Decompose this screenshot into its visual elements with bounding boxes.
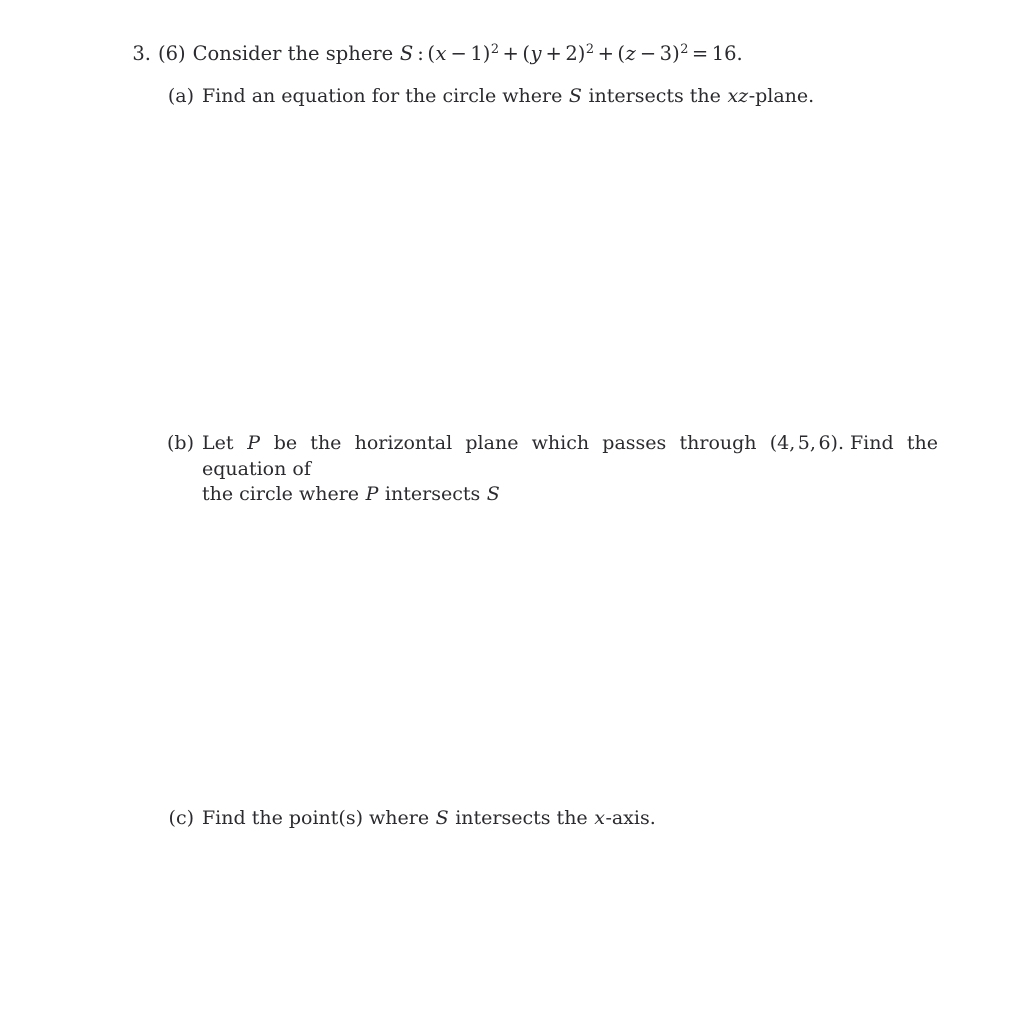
equation-rhs: 16 (711, 42, 737, 65)
term-3-constant: 3 (659, 42, 673, 65)
problem-stem: Consider the sphere S: (x −1)2 + (y +2)2 + (z −3… (193, 41, 991, 67)
problem-number: 3. (132, 42, 151, 65)
problem-part-a: (a) Find an equation for the circle wher… (163, 84, 963, 110)
term-1-exponent: 2 (490, 41, 500, 57)
equation-equals: = (691, 42, 709, 65)
part-a-text: Find an equation for the circle where S … (202, 84, 963, 110)
part-a-text-2: intersects the (588, 85, 721, 107)
term-2-var: y (530, 42, 542, 65)
part-a-text-3: -plane. (748, 85, 815, 107)
part-b-text-2: be the horizontal plane which passes thr… (273, 432, 757, 454)
part-c-var-x: x (594, 807, 605, 829)
point-y: 5 (797, 432, 810, 454)
answer-space-part-a[interactable] (163, 112, 953, 422)
answer-space-part-c[interactable] (163, 834, 953, 1014)
equation-terminator: . (736, 42, 743, 65)
term-3-var: z (625, 42, 636, 65)
part-c-text-1: Find the point(s) where (202, 807, 430, 829)
term-2-constant: 2 (565, 42, 578, 65)
point-x: 4 (777, 432, 790, 454)
problem-points: (6) (158, 42, 186, 65)
part-a-text-1: Find an equation for the circle where (202, 85, 563, 107)
term-2-sign: + (545, 42, 562, 65)
term-1-var: x (435, 42, 447, 65)
point-close-paren: ) (830, 432, 838, 454)
term-1-constant: 1 (470, 42, 483, 65)
term-2-exponent: 2 (585, 41, 595, 57)
part-b-period: . (837, 432, 844, 454)
sphere-equation: S: (x −1)2 + (y +2)2 + (z −3)2 = 16. (399, 41, 743, 65)
part-b-text-1: Let (202, 432, 234, 454)
worksheet-page: 3. (6) Consider the sphere S: (x −1)2 + (y +2… (0, 0, 1024, 1023)
part-c-text-2: intersects the (455, 807, 588, 829)
plus-1: + (502, 42, 519, 65)
part-b-point: (4, 5, 6) (770, 432, 838, 454)
part-c-text: Find the point(s) where S intersects the… (202, 806, 963, 832)
problem-3-row: 3. (6) Consider the sphere S: (x −1)2 + (y +2… (131, 41, 991, 67)
part-c-label: (c) (168, 807, 194, 829)
part-b-label: (b) (167, 432, 194, 454)
problem-stem-text: Consider the sphere (192, 42, 394, 65)
part-a-label: (a) (167, 85, 194, 107)
part-b-var-P: P (247, 432, 260, 454)
part-b-line-1: Let P be the horizontal plane which pass… (202, 431, 938, 482)
equation-set-name: S (399, 42, 414, 65)
answer-space-part-b[interactable] (163, 484, 953, 796)
problem-part-c: (c) Find the point(s) where S intersects… (163, 806, 963, 832)
plus-2: + (597, 42, 614, 65)
part-a-var-S: S (568, 85, 582, 107)
term-3-sign: − (639, 42, 657, 65)
equation-colon: : (417, 42, 424, 65)
part-c-var-S: S (435, 807, 449, 829)
part-a-var-xz: xz (727, 85, 749, 107)
point-z: 6 (818, 432, 831, 454)
point-comma-1: , (789, 432, 796, 454)
term-1-sign: − (450, 42, 467, 65)
part-c-text-3: -axis. (605, 807, 656, 829)
